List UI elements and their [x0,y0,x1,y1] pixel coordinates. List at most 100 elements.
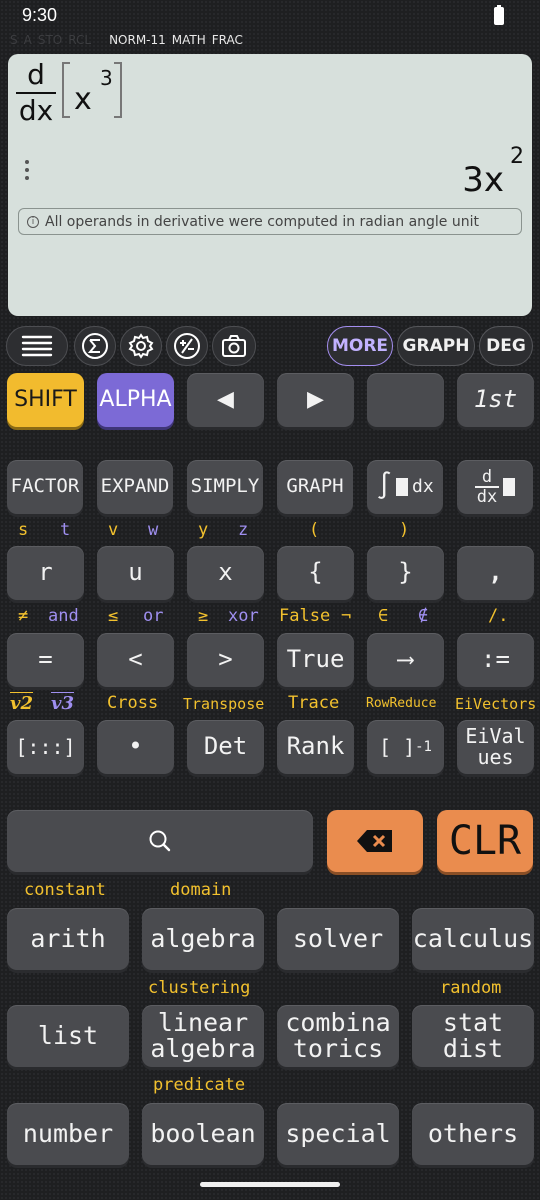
label-false: False [279,606,331,626]
angle-mode-button[interactable]: DEG [479,326,533,366]
key-close-brace[interactable]: } [367,546,444,600]
label-in: ∈ [378,606,389,626]
category-calculus[interactable]: calculus [412,908,534,970]
expand-key[interactable]: EXPAND [97,460,173,514]
matrix-key[interactable]: [:::] [7,720,84,774]
menu-icon [21,335,53,357]
plus-minus-icon [174,333,200,359]
label-random: random [440,978,502,998]
key-less-than[interactable]: < [97,633,174,687]
settings-button[interactable] [120,326,162,366]
key-true[interactable]: True [277,633,354,687]
inverse-key[interactable]: [ ] -1 [367,720,444,774]
info-icon: i [27,215,39,228]
key-arrow[interactable]: ⟶ [367,633,444,687]
category-arith[interactable]: arith [7,908,129,970]
derivative-key-num: d [481,467,493,488]
battery-icon [494,5,504,25]
alpha-key[interactable]: ALPHA [97,373,174,427]
backspace-key[interactable] [327,810,423,872]
integral-dx: dx [411,475,434,497]
derivative-numerator: d [27,58,45,91]
clear-key[interactable]: CLR [437,810,533,872]
label-or: or [143,606,164,626]
menu-button[interactable] [6,326,68,366]
status-bar: 9:30 [0,0,540,32]
right-bracket [114,62,122,118]
category-stat-dist[interactable]: stat dist [412,1005,534,1067]
search-button[interactable] [7,810,313,872]
key-open-brace[interactable]: { [277,546,354,600]
category-algebra[interactable]: algebra [142,908,264,970]
category-combinatorics-label: combina torics [285,1007,391,1063]
shift-key[interactable]: SHIFT [7,373,84,427]
category-solver[interactable]: solver [277,908,399,970]
calculator-display[interactable]: d dx x 3 3x 2 i All operands in derivati… [8,54,532,316]
label-not-equal: ≠ [18,606,29,626]
category-number[interactable]: number [7,1103,129,1165]
category-special[interactable]: special [277,1103,399,1165]
label-y: y [198,520,209,540]
note-text: All operands in derivative were computed… [45,213,479,230]
expression-exponent: 3 [100,66,113,90]
eigenvalues-key[interactable]: EiVal ues [457,720,534,774]
result-exponent: 2 [510,144,524,169]
key-assign[interactable]: := [457,633,534,687]
label-v3: v3 [51,692,74,714]
search-icon [149,830,171,852]
sum-button[interactable] [74,326,116,366]
cursor-left-key[interactable]: ◀ [187,373,264,427]
label-cross: Cross [107,693,159,713]
dot-product-key[interactable]: • [97,720,174,774]
arrow-right-icon: ▶ [307,387,324,413]
indicator-frac: FRAC [211,33,243,47]
det-key[interactable]: Det [187,720,264,774]
eigenvalues-key-label: EiVal ues [465,724,526,769]
key-comma[interactable]: , [457,546,534,600]
label-rowreduce: RowReduce [366,696,437,711]
camera-button[interactable] [212,326,256,366]
key-x[interactable]: x [187,546,264,600]
graph-mode-button[interactable]: GRAPH [397,326,475,366]
expression-base: x [74,82,92,117]
inverse-key-base: [ ] [379,734,416,759]
label-trace: Trace [288,693,340,713]
key-equals[interactable]: = [7,633,84,687]
graph-key[interactable]: GRAPH [277,460,353,514]
rank-key[interactable]: Rank [277,720,354,774]
integral-key[interactable]: ∫ dx [367,460,443,514]
label-transpose: Transpose [183,695,265,713]
key-u[interactable]: u [97,546,174,600]
category-boolean[interactable]: boolean [142,1103,264,1165]
label-not-in: ∉ [418,606,429,626]
label-close-paren: ) [399,520,410,540]
category-others[interactable]: others [412,1103,534,1165]
label-s: s [18,520,29,540]
key-greater-than[interactable]: > [187,633,264,687]
blank-key[interactable] [367,373,444,427]
label-open-paren: ( [309,520,320,540]
first-page-key[interactable]: 1st [457,373,534,427]
key-r[interactable]: r [7,546,84,600]
label-geq: ≥ [198,606,209,626]
more-button[interactable]: MORE [327,326,393,366]
derivative-key-den: dx [476,486,498,507]
category-list[interactable]: list [7,1005,129,1067]
label-v2: v2 [10,692,33,714]
plus-minus-button[interactable] [166,326,208,366]
label-w: w [148,520,159,540]
factor-key[interactable]: FACTOR [7,460,83,514]
angle-unit-note: i All operands in derivative were comput… [18,208,522,235]
indicator-alpha: A [23,33,32,47]
sigma-icon [82,333,108,359]
category-combinatorics[interactable]: combina torics [277,1005,399,1067]
derivative-key[interactable]: d dx [457,460,533,514]
cursor-right-key[interactable]: ▶ [277,373,354,427]
simplify-key[interactable]: SIMPLY [187,460,263,514]
mode-indicators: S A STO RCL NORM-11 MATH FRAC [10,32,243,48]
result-base: 3x [462,160,504,200]
placeholder-box-icon [503,478,515,496]
home-indicator[interactable] [200,1182,340,1187]
category-linear-algebra[interactable]: linear algebra [142,1005,264,1067]
more-vert-icon[interactable] [25,160,31,184]
